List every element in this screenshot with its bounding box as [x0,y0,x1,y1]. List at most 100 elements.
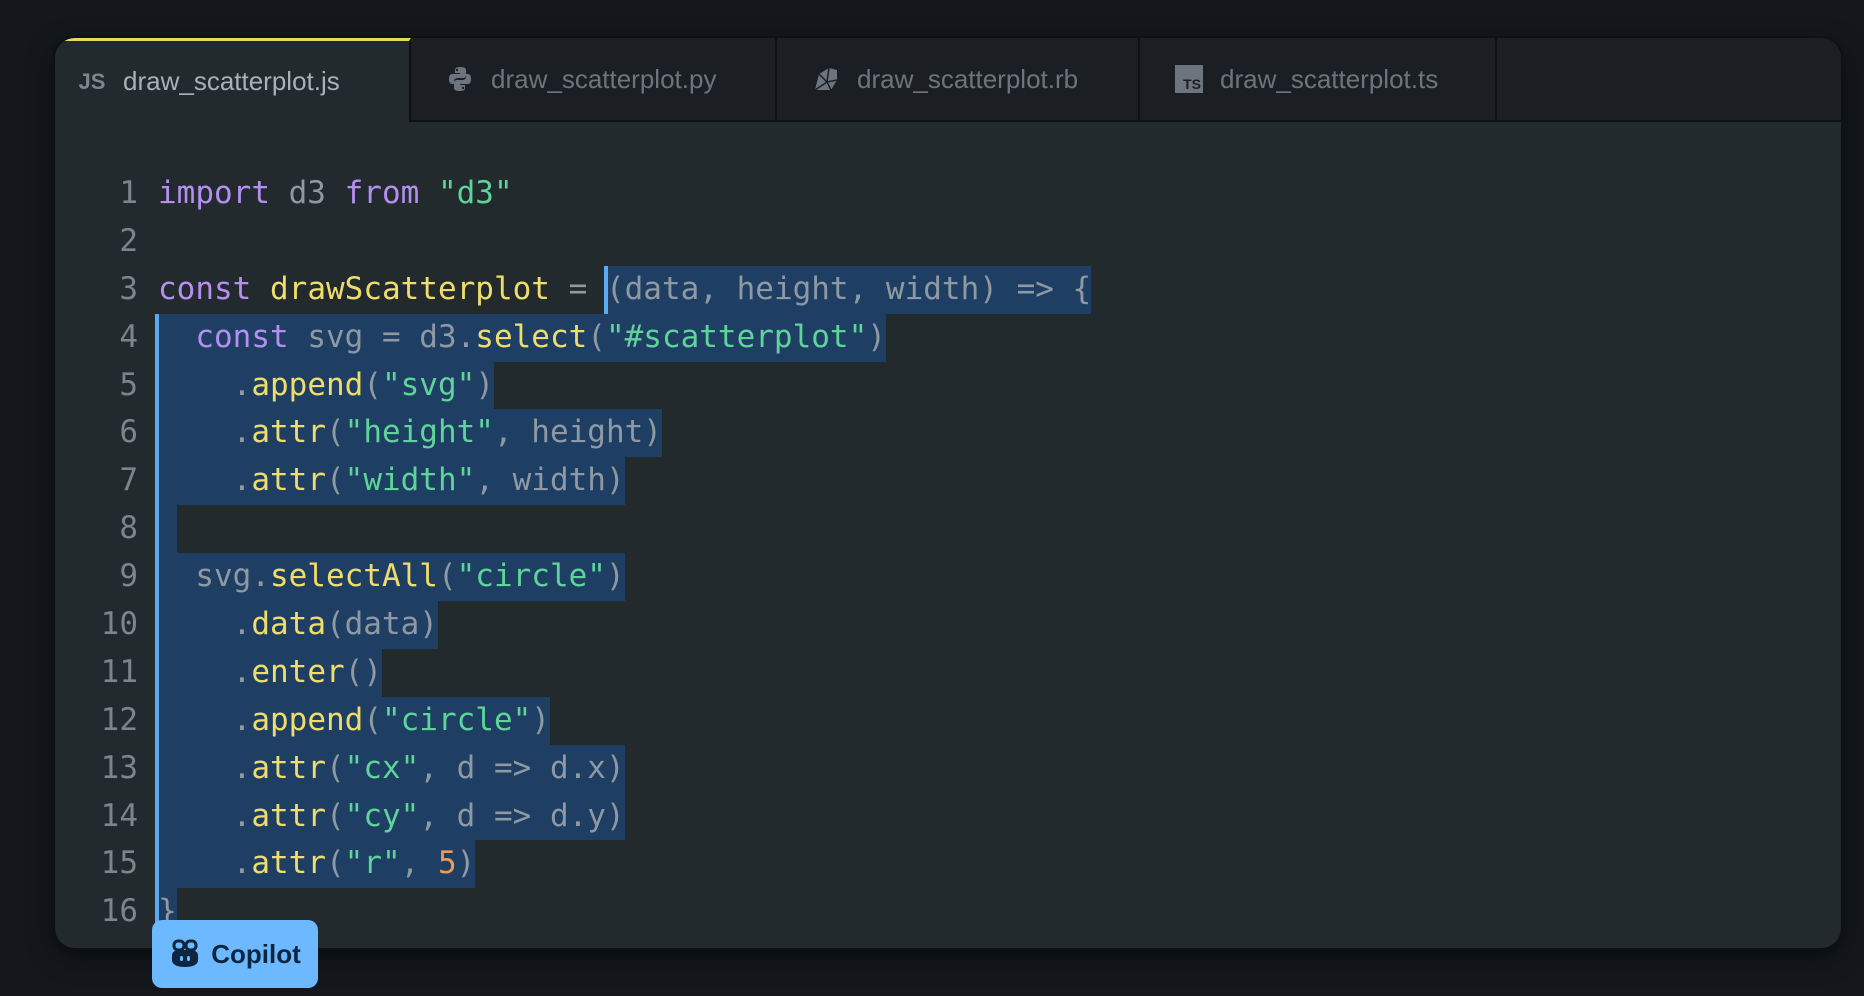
line-source: .enter() [158,648,382,697]
code-token: , [400,845,438,882]
code-token: "cx" [344,749,420,786]
line-number: 10 [100,606,138,643]
selected-text: .append("svg") [158,361,494,410]
javascript-icon: JS [78,68,106,94]
code-token: , width) [475,462,625,499]
selected-text: .attr("width", width) [158,457,625,506]
code-token: "height" [344,414,494,451]
line-source: .data(data) [158,601,438,649]
code-token: ( [325,462,345,499]
code-token: enter [251,653,345,690]
code-token: "cy" [344,797,420,834]
code-token: . [158,845,252,882]
line-source: .attr("cx", d => d.x) [158,744,625,793]
code-token: selectAll [269,558,438,595]
code-token: svg. [158,558,270,595]
copilot-button[interactable]: Copilot [152,920,318,988]
line-number: 4 [119,318,138,355]
code-token: . [158,462,252,499]
code-line: 13 .attr("cx", d => d.x) [55,744,1841,793]
code-token: append [251,701,364,738]
tab-label: draw_scatterplot.js [123,66,340,96]
code-token: append [251,366,364,403]
line-source: .attr("width", width) [158,457,625,506]
selected-text [158,505,177,554]
file-tab-bar: JS draw_scatterplot.js draw_scatterplot.… [55,38,1841,122]
copilot-label: Copilot [211,938,301,969]
code-token: d3 [269,175,345,211]
code-token: . [158,414,252,451]
selected-text: (data, height, width) => { [605,265,1092,314]
code-token: . [158,749,252,786]
code-token: import [158,175,270,211]
selected-text: .enter() [158,648,382,697]
tab-draw-scatterplot-py[interactable]: draw_scatterplot.py [411,38,777,120]
code-token: ( [363,366,382,403]
line-number: 15 [100,845,138,882]
code-token: ) [531,701,550,738]
code-token: () [344,653,382,690]
selected-text: const svg = d3.select("#scatterplot") [158,313,886,362]
line-number: 2 [119,222,138,259]
line-number: 1 [119,175,138,211]
code-line: 11 .enter() [55,648,1841,697]
code-token: ) [456,845,476,882]
code-line: 10 .data(data) [55,601,1841,649]
line-source: .attr("cy", d => d.y) [158,792,625,841]
line-source: .append("svg") [158,361,494,410]
code-token: ( [325,414,345,451]
ruby-icon [811,64,841,94]
selection-indicator [155,313,159,937]
code-line: 8 [55,505,1841,554]
code-token: , d => d.y) [419,797,625,834]
tab-label: draw_scatterplot.py [491,63,717,94]
code-line: 14 .attr("cy", d => d.y) [55,792,1841,841]
code-token: attr [251,414,326,451]
line-source: const svg = d3.select("#scatterplot") [158,313,886,362]
line-number: 13 [100,749,138,786]
code-token: from [344,175,420,211]
code-token: . [158,606,252,643]
code-line: 3 const drawScatterplot = (data, height, … [55,265,1841,314]
line-number: 5 [119,366,138,403]
code-token: ) [867,318,886,355]
line-source: .attr("height", height) [158,409,662,458]
code-token: ) [605,558,625,595]
code-line: 5 .append("svg") [55,361,1841,410]
code-area[interactable]: 1 import d3 from "d3" 2 3 const drawScatterp… [55,170,1841,937]
code-token: . [158,653,252,690]
code-token: . [158,701,252,738]
line-number: 11 [100,653,138,690]
code-token: . [158,366,252,403]
selected-text: .attr("cy", d => d.y) [158,792,625,841]
tab-draw-scatterplot-rb[interactable]: draw_scatterplot.rb [777,38,1140,120]
line-number: 16 [100,893,138,930]
line-source: .append("circle") [158,696,550,745]
tab-draw-scatterplot-ts[interactable]: TS draw_scatterplot.ts [1140,38,1497,120]
code-line: 12 .append("circle") [55,696,1841,745]
line-number: 6 [119,414,138,451]
line-number: 3 [119,270,138,307]
code-token: "width" [344,462,476,499]
line-source [158,505,177,554]
code-line: 15 .attr("r", 5) [55,840,1841,889]
code-token: const [158,270,252,307]
text-cursor [603,265,608,314]
line-number: 9 [119,558,138,595]
code-token: 5 [437,845,457,882]
code-token: "svg" [381,366,476,403]
code-token: ) [475,366,494,403]
code-token: ( [325,797,345,834]
code-token: ( [363,701,382,738]
code-token: "d3" [437,175,513,211]
code-token: (data) [325,606,438,643]
tab-label: draw_scatterplot.ts [1220,63,1439,94]
code-line: 4 const svg = d3.select("#scatterplot") [55,313,1841,362]
code-token: = [549,270,606,307]
code-line: 1 import d3 from "d3" [55,170,1841,218]
tab-draw-scatterplot-js[interactable]: JS draw_scatterplot.js [55,38,411,122]
line-number: 12 [100,701,138,738]
code-token: (data, height, width) => { [605,270,1092,307]
